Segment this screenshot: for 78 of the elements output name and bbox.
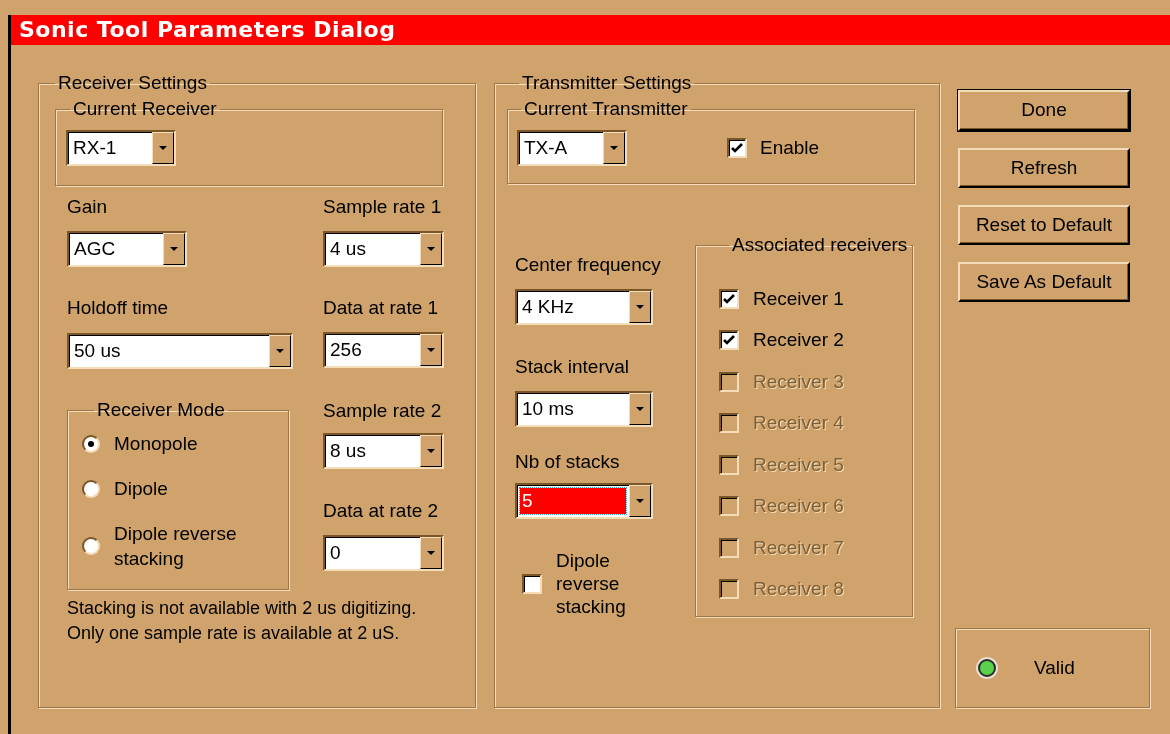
checkbox-label: Receiver 5	[753, 452, 844, 477]
dropdown[interactable]: 4 us	[323, 231, 444, 267]
dropdown-arrow-button[interactable]	[629, 485, 651, 517]
check-icon	[723, 293, 735, 304]
checkbox-label: Receiver 6	[753, 494, 844, 518]
dropdown[interactable]: RX-1	[66, 130, 176, 166]
dialog-button[interactable]: Reset to Default	[958, 205, 1130, 245]
caret-icon	[276, 349, 284, 353]
dropdown[interactable]: 4 KHz	[515, 289, 653, 325]
field-label: Nb of stacks	[515, 450, 621, 474]
check-icon	[731, 143, 743, 153]
field-label: Sample rate 1	[323, 195, 443, 219]
dropdown[interactable]: 0	[323, 535, 444, 571]
dropdown[interactable]: 256	[323, 332, 444, 368]
caret-icon	[636, 499, 644, 503]
caret-icon	[427, 247, 435, 251]
caret-icon	[427, 348, 435, 352]
field-label: Holdoff time	[67, 296, 170, 320]
dropdown[interactable]: 50 us	[67, 333, 293, 369]
dropdown[interactable]: 10 ms	[515, 391, 653, 427]
dropdown-arrow-button[interactable]	[163, 233, 185, 265]
caret-icon	[170, 247, 178, 251]
field-label: Data at rate 1	[323, 296, 440, 320]
dropdown[interactable]: 8 us	[323, 433, 444, 469]
dialog-button[interactable]: Refresh	[958, 148, 1130, 188]
caret-icon	[636, 407, 644, 411]
status-label: Valid	[1034, 655, 1075, 680]
dialog-button[interactable]: Save As Default	[958, 262, 1130, 302]
caret-icon	[427, 551, 435, 555]
dropdown-arrow-button[interactable]	[420, 233, 442, 265]
radio-button[interactable]	[82, 537, 100, 555]
dropdown-arrow-button[interactable]	[629, 393, 651, 425]
field-label: Data at rate 2	[323, 499, 440, 523]
checkbox[interactable]	[719, 330, 739, 351]
dropdown[interactable]: TX-A	[517, 130, 627, 166]
window-title: Sonic Tool Parameters Dialog	[11, 15, 1170, 45]
checkbox-label: Receiver 8	[753, 577, 844, 601]
dropdown-arrow-button[interactable]	[420, 435, 442, 467]
caret-icon	[427, 449, 435, 453]
check-icon	[723, 335, 735, 346]
checkbox[interactable]	[727, 138, 747, 158]
dialog-button[interactable]: Done	[958, 90, 1130, 131]
radio-button[interactable]	[82, 434, 100, 453]
dropdown-arrow-button[interactable]	[420, 537, 442, 569]
checkbox[interactable]	[522, 573, 542, 594]
field-label: Gain	[67, 195, 109, 219]
checkbox[interactable]	[719, 288, 739, 309]
checkbox-label: Receiver 4	[753, 411, 844, 435]
field-label: Stack interval	[515, 355, 631, 379]
group-title: Current Receiver	[72, 98, 218, 120]
radio-button[interactable]	[82, 479, 100, 498]
group-title: Transmitter Settings	[521, 72, 693, 94]
group-title: Receiver Mode	[96, 399, 226, 421]
checkbox-label: Receiver 2	[753, 328, 844, 352]
field-label: Center frequency	[515, 253, 662, 277]
checkbox-label: Enable	[760, 135, 820, 160]
dropdown-arrow-button[interactable]	[603, 132, 625, 164]
caret-icon	[610, 146, 618, 150]
dropdown-arrow-button[interactable]	[629, 291, 651, 323]
checkbox-label: Dipole reverse stacking	[556, 549, 627, 618]
group-title: Receiver Settings	[57, 72, 208, 94]
checkbox-label: Receiver 7	[753, 535, 844, 560]
field-label: Sample rate 2	[323, 399, 443, 423]
checkbox-label: Receiver 1	[753, 286, 844, 311]
checkbox-label: Receiver 3	[753, 369, 844, 394]
dropdown[interactable]: 5	[515, 483, 653, 519]
dropdown-arrow-button[interactable]	[420, 334, 442, 366]
dropdown[interactable]: AGC	[67, 231, 187, 267]
group-title: Current Transmitter	[523, 98, 689, 120]
caret-icon	[159, 146, 167, 150]
group-title: Associated receivers	[731, 234, 909, 256]
radio-label: Dipole	[114, 477, 169, 501]
caret-icon	[636, 305, 644, 309]
dropdown-arrow-button[interactable]	[152, 132, 174, 164]
note-text: Stacking is not available with 2 us digitizing. Only one sample rate is available at 2 uS.	[67, 597, 418, 645]
radio-label: Dipole reverse stacking	[114, 522, 238, 571]
dropdown-arrow-button[interactable]	[269, 335, 291, 367]
radio-label: Monopole	[114, 432, 199, 456]
